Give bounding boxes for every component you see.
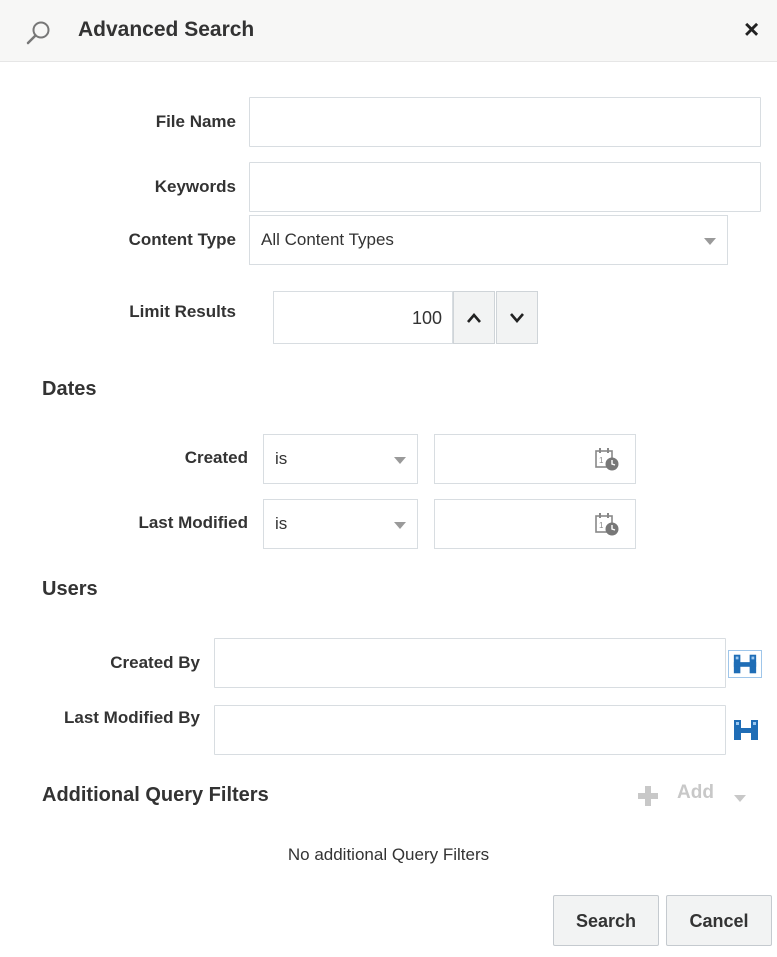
created-by-label: Created By bbox=[110, 653, 200, 672]
calendar-icon[interactable]: 1 bbox=[594, 511, 620, 537]
chevron-down-icon bbox=[734, 795, 746, 802]
content-type-value: All Content Types bbox=[261, 230, 394, 249]
last-modified-label: Last Modified bbox=[138, 513, 248, 532]
decrement-button[interactable] bbox=[496, 291, 538, 344]
dialog-title: Advanced Search bbox=[78, 18, 255, 41]
last-modified-operator-select[interactable]: is bbox=[263, 499, 418, 549]
dates-heading: Dates bbox=[42, 378, 97, 400]
created-operator-select[interactable]: is bbox=[263, 434, 418, 484]
svg-text:1: 1 bbox=[599, 521, 604, 530]
chevron-up-icon bbox=[467, 313, 481, 323]
plus-icon bbox=[638, 786, 658, 806]
content-type-select[interactable]: All Content Types bbox=[249, 215, 728, 265]
content-type-label: Content Type bbox=[128, 230, 236, 249]
chevron-down-icon bbox=[394, 522, 406, 529]
limit-results-input[interactable]: 100 bbox=[273, 291, 453, 344]
query-filters-heading: Additional Query Filters bbox=[42, 784, 269, 806]
search-button[interactable]: Search bbox=[553, 895, 659, 946]
file-name-input[interactable] bbox=[249, 97, 761, 147]
users-heading: Users bbox=[42, 578, 98, 600]
keywords-input[interactable] bbox=[249, 162, 761, 212]
created-date-input[interactable]: 1 bbox=[434, 434, 636, 484]
file-name-label: File Name bbox=[155, 112, 236, 131]
increment-button[interactable] bbox=[453, 291, 495, 344]
cancel-button[interactable]: Cancel bbox=[666, 895, 772, 946]
last-modified-by-label: Last Modified By bbox=[63, 708, 200, 727]
created-by-input[interactable] bbox=[214, 638, 726, 688]
chevron-down-icon bbox=[704, 238, 716, 245]
keywords-label: Keywords bbox=[154, 177, 236, 196]
chevron-down-icon bbox=[510, 313, 524, 323]
limit-results-label: Limit Results bbox=[129, 302, 236, 321]
close-button[interactable]: × bbox=[744, 14, 759, 44]
user-search-icon[interactable] bbox=[729, 716, 763, 744]
add-filter-label: Add bbox=[677, 782, 714, 803]
svg-text:1: 1 bbox=[599, 456, 604, 465]
dialog-header: Advanced Search × bbox=[0, 0, 777, 62]
calendar-icon[interactable]: 1 bbox=[594, 446, 620, 472]
chevron-down-icon bbox=[394, 457, 406, 464]
created-operator-value: is bbox=[275, 449, 288, 468]
user-search-icon[interactable] bbox=[728, 650, 762, 678]
last-modified-operator-value: is bbox=[275, 514, 288, 533]
last-modified-by-input[interactable] bbox=[214, 705, 726, 755]
empty-filters-message: No additional Query Filters bbox=[287, 845, 490, 864]
search-icon bbox=[26, 21, 50, 45]
created-label: Created bbox=[184, 448, 248, 467]
last-modified-date-input[interactable]: 1 bbox=[434, 499, 636, 549]
